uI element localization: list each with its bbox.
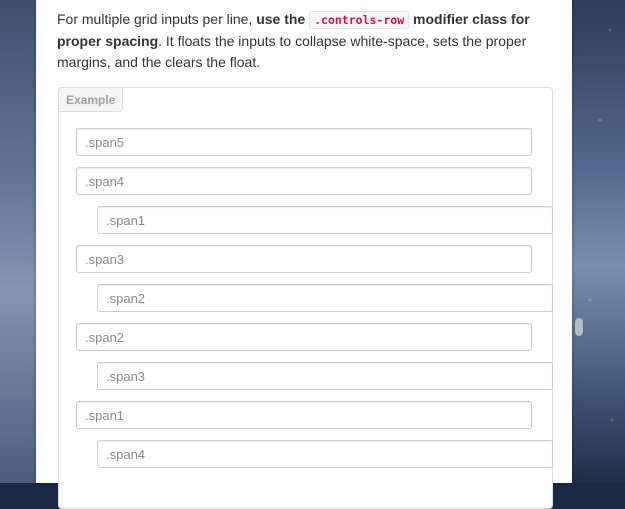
example-label: Example bbox=[58, 87, 124, 112]
desktop-background-left bbox=[0, 0, 36, 483]
span1-input[interactable] bbox=[97, 206, 553, 234]
controls-row-code: .controls-row bbox=[309, 11, 410, 29]
intro-paragraph: For multiple grid inputs per line, use t… bbox=[57, 9, 557, 73]
span2-input[interactable] bbox=[97, 284, 553, 312]
example-box: Example bbox=[58, 87, 553, 509]
span4-input[interactable] bbox=[76, 167, 532, 195]
intro-text-before: For multiple grid inputs per line, bbox=[57, 11, 257, 27]
scrollbar-thumb[interactable] bbox=[575, 318, 583, 336]
span5-input[interactable] bbox=[76, 128, 532, 156]
span1-input[interactable] bbox=[76, 401, 532, 429]
span4-input[interactable] bbox=[97, 440, 553, 468]
span3-input[interactable] bbox=[97, 362, 553, 390]
span2-input[interactable] bbox=[76, 323, 532, 351]
intro-bold-use-the: use the bbox=[256, 11, 306, 27]
docs-page: For multiple grid inputs per line, use t… bbox=[36, 0, 572, 509]
span3-input[interactable] bbox=[76, 245, 532, 273]
